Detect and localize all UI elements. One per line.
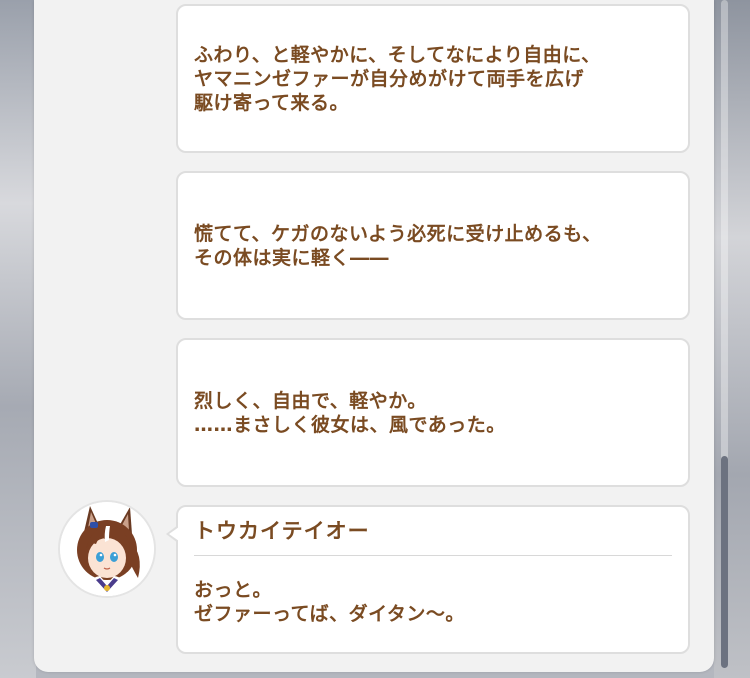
dialogue-bubble: トウカイテイオー おっと。 ゼファーってば、ダイタン～。 — [166, 505, 690, 654]
divider — [194, 555, 672, 556]
speech-tail — [166, 525, 179, 543]
narration-text: 烈しく、自由で、軽やか。 ……まさしく彼女は、風であった。 — [194, 389, 506, 436]
narration-text: 慌てて、ケガのないよう必死に受け止めるも、 その体は実に軽く―― — [194, 222, 602, 269]
narration-text: ふわり、と軽やかに、そしてなにより自由に、 ヤマニンゼファーが自分めがけて両手を… — [194, 43, 601, 114]
narration-bubble: 慌てて、ケガのないよう必死に受け止めるも、 その体は実に軽く―― — [176, 171, 690, 320]
background-right — [714, 0, 750, 678]
scrollbar-thumb[interactable] — [721, 456, 728, 668]
dialogue-text: おっと。 ゼファーってば、ダイタン～。 — [194, 579, 465, 625]
character-portrait-icon — [60, 502, 154, 596]
character-avatar — [58, 500, 156, 598]
speaker-name: トウカイテイオー — [194, 519, 370, 543]
narration-bubble: 烈しく、自由で、軽やか。 ……まさしく彼女は、風であった。 — [176, 338, 690, 487]
story-log-panel[interactable]: ふわり、と軽やかに、そしてなにより自由に、 ヤマニンゼファーが自分めがけて両手を… — [34, 0, 714, 672]
narration-bubble: ふわり、と軽やかに、そしてなにより自由に、 ヤマニンゼファーが自分めがけて両手を… — [176, 4, 690, 153]
background-left — [0, 0, 36, 678]
